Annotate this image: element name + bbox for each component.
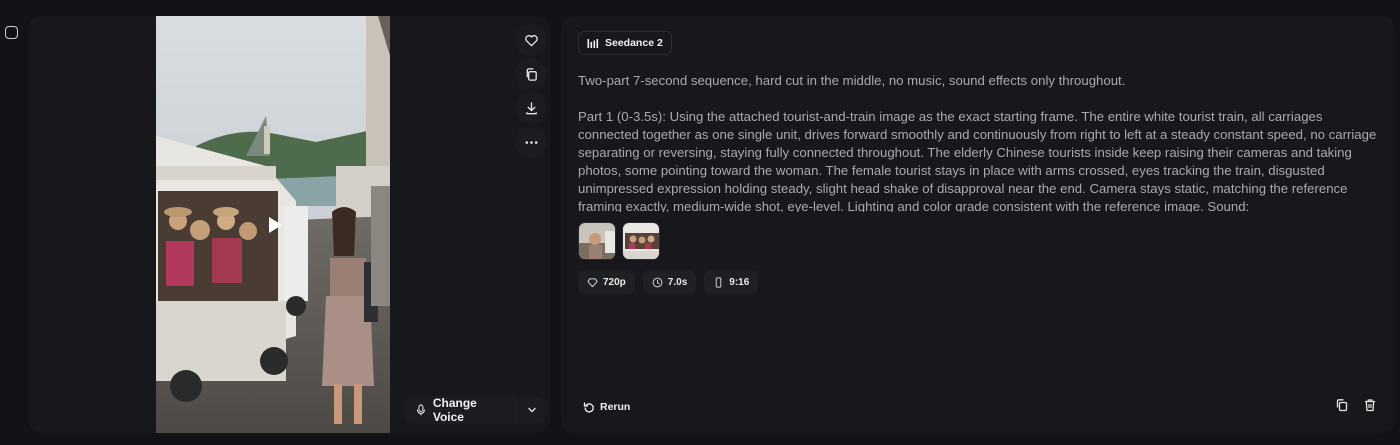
change-voice-button[interactable]: Change Voice	[405, 396, 519, 424]
heart-icon	[524, 34, 538, 46]
clock-icon	[652, 277, 663, 287]
phone-icon	[715, 276, 722, 288]
copy-prompt-button[interactable]	[1335, 398, 1349, 412]
audio-bars-icon	[587, 38, 599, 48]
change-voice-label: Change Voice	[432, 396, 477, 424]
aspect-ratio-value: 9:16	[729, 276, 750, 288]
microphone-icon	[416, 404, 425, 416]
reference-thumbnail[interactable]	[622, 222, 660, 260]
voice-control: Change Voice	[405, 396, 545, 424]
prompt-intro: Two-part 7-second sequence, hard cut in …	[578, 73, 1126, 88]
reference-thumbnail[interactable]	[578, 222, 616, 260]
delete-button[interactable]	[1363, 398, 1377, 412]
prompt-part-1: Part 1 (0-3.5s): Using the attached tour…	[578, 109, 1380, 212]
resolution-chip: 720p	[578, 270, 635, 294]
prompt-text: Two-part 7-second sequence, hard cut in …	[578, 72, 1382, 212]
copy-button[interactable]	[515, 58, 547, 90]
more-icon	[525, 140, 537, 144]
copy-icon	[1336, 399, 1348, 412]
detail-actions	[1335, 398, 1377, 412]
rerun-button[interactable]: Rerun	[577, 396, 636, 418]
reference-images	[578, 222, 660, 260]
play-icon[interactable]	[264, 215, 284, 235]
voice-dropdown-button[interactable]	[519, 396, 545, 424]
select-checkbox[interactable]	[5, 26, 18, 39]
duration-chip: 7.0s	[642, 270, 697, 294]
more-button[interactable]	[515, 126, 547, 158]
chevron-down-icon	[528, 407, 536, 413]
copy-icon	[526, 67, 537, 81]
rerun-label: Rerun	[600, 401, 631, 413]
diamond-icon	[587, 277, 598, 287]
duration-value: 7.0s	[667, 276, 688, 288]
model-name: Seedance 2	[605, 37, 663, 49]
trash-icon	[1365, 399, 1375, 412]
download-button[interactable]	[515, 92, 547, 124]
generation-details: Seedance 2 Two-part 7-second sequence, h…	[561, 16, 1395, 433]
video-actions	[515, 24, 547, 159]
generation-settings: 720p 7.0s 9:16	[578, 270, 759, 294]
model-badge: Seedance 2	[578, 31, 672, 55]
rerun-icon	[583, 402, 594, 413]
like-button[interactable]	[515, 24, 547, 56]
aspect-ratio-chip: 9:16	[704, 270, 759, 294]
resolution-value: 720p	[603, 276, 626, 288]
download-icon	[525, 101, 537, 114]
